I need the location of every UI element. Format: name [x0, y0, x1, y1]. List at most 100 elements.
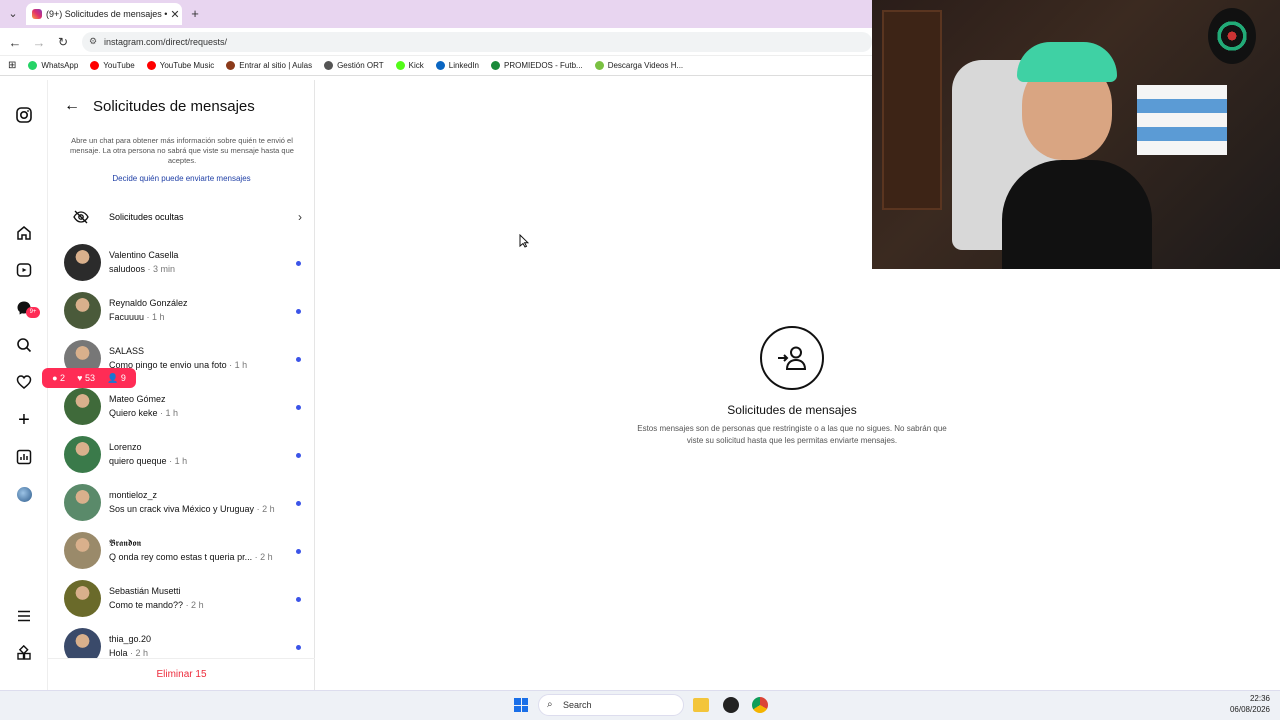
search-placeholder: Search	[563, 700, 592, 710]
url-text: instagram.com/direct/requests/	[104, 37, 228, 47]
avatar	[64, 388, 101, 425]
back-icon[interactable]: ←	[8, 35, 22, 50]
instagram-logo-icon[interactable]	[14, 105, 34, 125]
bookmark-label: PROMIEDOS - Futb...	[504, 61, 583, 70]
forward-icon[interactable]: →	[32, 35, 46, 50]
bookmark-item[interactable]: WhatsApp	[28, 61, 78, 70]
bookmark-label: Descarga Videos H...	[607, 61, 684, 70]
avatar	[64, 292, 101, 329]
unread-dot	[296, 309, 301, 314]
request-row[interactable]: montieloz_z Sos un crack viva México y Ur…	[62, 480, 302, 528]
sender-name: Valentino Casella	[109, 250, 179, 260]
clock-date: 06/08/2026	[1229, 705, 1270, 714]
url-field[interactable]: ⚙ instagram.com/direct/requests/	[82, 32, 872, 52]
message-preview: saludoos · 3 min	[109, 264, 176, 274]
app-icon[interactable]	[723, 697, 739, 713]
message-time: · 2 h	[256, 504, 275, 514]
bookmark-item[interactable]: YouTube	[90, 61, 135, 70]
bookmark-item[interactable]: Kick	[395, 61, 424, 70]
empty-state-description: Estos mensajes son de personas que restr…	[637, 424, 947, 445]
messages-badge: 9+	[26, 307, 40, 318]
bookmark-item[interactable]: YouTube Music	[146, 61, 215, 70]
bookmark-item[interactable]: Entrar al sitio | Aulas	[226, 61, 312, 70]
chrome-icon[interactable]	[752, 697, 768, 713]
instagram-favicon-icon	[32, 9, 42, 19]
reload-icon[interactable]: ↻	[56, 35, 70, 49]
sender-name: Reynaldo González	[109, 298, 188, 308]
home-icon[interactable]	[14, 223, 34, 243]
unread-dot	[296, 261, 301, 266]
tab-title: (9+) Solicitudes de mensajes • I	[46, 9, 168, 19]
bookmark-label: Kick	[408, 61, 424, 70]
message-preview: Facuuuu · 1 h	[109, 312, 165, 322]
bookmark-favicon-icon	[90, 61, 100, 70]
request-row[interactable]: thia_go.20 Hola · 2 h	[62, 624, 302, 658]
bookmark-item[interactable]: LinkedIn	[435, 61, 479, 70]
unread-dot	[296, 453, 301, 458]
avatar	[64, 532, 101, 569]
message-time: · 1 h	[169, 456, 188, 466]
tab-list-icon[interactable]: ⌄	[6, 7, 20, 20]
message-time: · 2 h	[130, 648, 149, 658]
message-time: · 1 h	[160, 408, 179, 418]
avatar	[64, 580, 101, 617]
delete-all-button[interactable]: Eliminar 15	[48, 658, 315, 690]
bookmark-label: LinkedIn	[448, 61, 479, 70]
notification-bubble[interactable]: ● 2 ♥ 53 👤 9	[42, 368, 136, 388]
sender-name: 𝕭𝖗𝖆𝖓𝖉𝖔𝖓	[109, 538, 142, 548]
reels-icon[interactable]	[14, 260, 34, 280]
tab-close-icon[interactable]: ✕	[168, 8, 182, 21]
avatar	[64, 628, 101, 658]
bookmark-item[interactable]: Gestión ORT	[324, 61, 384, 70]
sender-name: thia_go.20	[109, 634, 152, 644]
bookmark-favicon-icon	[226, 61, 236, 70]
request-row[interactable]: Sebastián Musetti Como te mando?? · 2 h	[62, 576, 302, 624]
comment-count: ● 2	[52, 373, 66, 383]
search-icon[interactable]	[14, 335, 34, 355]
avatar	[64, 436, 101, 473]
request-row[interactable]: Reynaldo González Facuuuu · 1 h	[62, 288, 302, 336]
unread-dot	[296, 645, 301, 650]
bookmark-item[interactable]: Descarga Videos H...	[594, 61, 684, 70]
unread-dot	[296, 597, 301, 602]
bookmark-item[interactable]: PROMIEDOS - Futb...	[491, 61, 583, 70]
bookmark-label: YouTube Music	[159, 61, 215, 70]
dashboard-icon[interactable]	[14, 447, 34, 467]
bookmark-label: Entrar al sitio | Aulas	[239, 61, 313, 70]
mouse-cursor-icon	[519, 234, 529, 248]
add-person-icon	[760, 326, 824, 390]
system-clock[interactable]: 22:36 06/08/2026	[1200, 693, 1270, 715]
also-from-meta-icon[interactable]	[14, 643, 34, 663]
heart-icon[interactable]	[14, 372, 34, 392]
apps-grid-icon[interactable]: ⊞	[8, 60, 16, 71]
create-icon[interactable]: +	[14, 409, 34, 431]
more-menu-icon[interactable]	[14, 606, 34, 626]
bookmark-label: Gestión ORT	[337, 61, 384, 70]
browser-tab[interactable]: (9+) Solicitudes de mensajes • I ✕	[26, 3, 182, 25]
windows-start-icon[interactable]	[514, 698, 528, 712]
shelf	[882, 10, 942, 210]
file-explorer-icon[interactable]	[693, 698, 709, 712]
message-time: · 2 h	[185, 600, 204, 610]
bookmark-favicon-icon	[395, 61, 405, 70]
request-row[interactable]: Mateo Gómez Quiero keke · 1 h	[62, 384, 302, 432]
message-preview: Sos un crack viva México y Uruguay · 2 h	[109, 504, 275, 514]
streamer-shirt	[1002, 160, 1152, 269]
search-icon: ⌕	[547, 699, 553, 710]
taskbar-search[interactable]: ⌕ Search	[538, 694, 684, 716]
message-preview: Hola · 2 h	[109, 648, 149, 658]
unread-dot	[296, 357, 301, 362]
bookmarks-bar: ⊞ WhatsApp YouTube YouTube Music Entrar al …	[0, 56, 872, 76]
site-info-icon[interactable]: ⚙	[89, 36, 97, 47]
profile-avatar[interactable]	[14, 484, 34, 504]
request-row[interactable]: Lorenzo quiero queque · 1 h	[62, 432, 302, 480]
sender-name: Lorenzo	[109, 442, 142, 452]
request-row[interactable]: Valentino Casella saludoos · 3 min	[62, 240, 302, 288]
new-tab-button[interactable]: +	[188, 6, 202, 21]
sender-name: Sebastián Musetti	[109, 586, 181, 596]
request-row[interactable]: 𝕭𝖗𝖆𝖓𝖉𝖔𝖓 Q onda rey como estas t queria pr…	[62, 528, 302, 576]
message-preview: quiero queque · 1 h	[109, 456, 188, 466]
sender-name: SALASS	[109, 346, 145, 356]
unread-dot	[296, 405, 301, 410]
bookmark-favicon-icon	[491, 61, 500, 70]
